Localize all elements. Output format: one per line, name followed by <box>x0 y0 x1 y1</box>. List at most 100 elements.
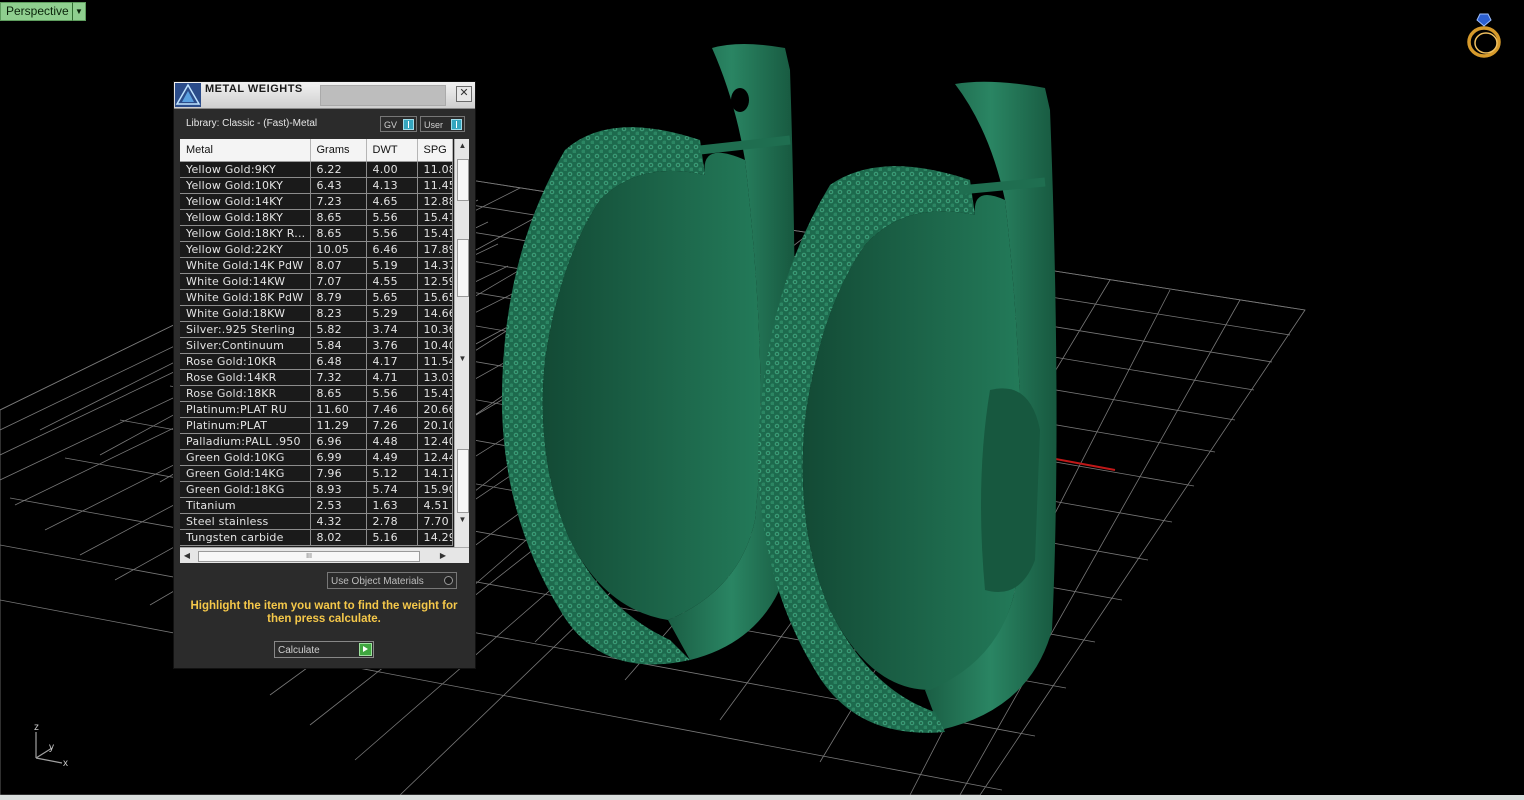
scroll-thumb[interactable] <box>457 239 469 297</box>
table-row[interactable]: Steel stainless 4.32 2.78 7.70 <box>180 513 453 530</box>
dwt-cell: 5.29 <box>366 305 418 322</box>
column-header-grams[interactable]: Grams <box>310 139 367 162</box>
table-row[interactable]: Yellow Gold:18KY8.655.5615.41 <box>180 209 453 226</box>
calculate-label: Calculate <box>278 645 320 656</box>
axis-x-label: x <box>63 758 68 769</box>
metal-name: Platinum:PLAT RU <box>180 401 311 418</box>
table-row[interactable]: Green Gold:18KG8.935.7415.90 <box>180 481 453 498</box>
close-button[interactable]: ✕ <box>456 86 472 102</box>
table-row[interactable]: Platinum:PLAT RU11.607.4620.66 <box>180 401 453 418</box>
gv-toggle[interactable]: GV <box>380 116 417 132</box>
column-header-metal[interactable]: Metal <box>180 139 311 162</box>
spg-cell: 12.59 <box>417 273 453 290</box>
grams-cell: 5.82 <box>310 321 367 338</box>
metal-name: Yellow Gold:14KY <box>180 193 311 210</box>
table-row[interactable]: White Gold:14KW7.074.5512.59 <box>180 273 453 290</box>
vertical-scrollbar[interactable]: ▲ ▼ ▼ <box>454 139 469 547</box>
table-row[interactable]: Green Gold:14KG7.965.1214.17 <box>180 465 453 482</box>
scroll-thumb[interactable]: III <box>198 551 420 562</box>
spg-cell: 11.45 <box>417 177 453 194</box>
viewport-menu-dropdown[interactable]: ▼ <box>72 2 86 21</box>
metal-name: Steel stainless <box>180 513 311 530</box>
toggle-switch-icon <box>403 119 414 130</box>
column-header-dwt[interactable]: DWT <box>366 139 418 162</box>
table-row[interactable]: White Gold:14K PdW8.075.1914.37 <box>180 257 453 274</box>
table-row[interactable]: White Gold:18K PdW8.795.6515.65 <box>180 289 453 306</box>
table-row[interactable]: Rose Gold:14KR7.324.7113.03 <box>180 369 453 386</box>
scroll-right-icon[interactable]: ▶ <box>436 548 450 563</box>
calculate-button[interactable]: Calculate <box>274 641 374 658</box>
metal-name: Palladium:PALL .950 <box>180 433 311 450</box>
table-row[interactable]: Titanium 2.53 1.63 4.51 <box>180 497 453 514</box>
table-row[interactable]: White Gold:18KW8.235.2914.66 <box>180 305 453 322</box>
grams-cell: 7.23 <box>310 193 367 210</box>
grams-cell: 2.53 <box>310 497 367 514</box>
dwt-cell: 5.12 <box>366 465 418 482</box>
use-object-materials-option[interactable]: Use Object Materials <box>327 572 457 589</box>
spg-cell: 4.51 <box>417 497 453 514</box>
dwt-cell: 4.48 <box>366 433 418 450</box>
dwt-cell: 5.56 <box>366 225 418 242</box>
gv-toggle-label: GV <box>384 120 398 130</box>
scroll-thumb[interactable] <box>457 449 469 513</box>
table-row[interactable]: Yellow Gold:18KY R...8.655.5615.41 <box>180 225 453 242</box>
table-row[interactable]: Silver:Continuum5.843.7610.40 <box>180 337 453 354</box>
metal-name: Green Gold:10KG <box>180 449 311 466</box>
spg-cell: 12.88 <box>417 193 453 210</box>
panel-title-bar[interactable]: METAL WEIGHTS ✕ <box>174 82 475 109</box>
spg-cell: 7.70 <box>417 513 453 530</box>
metal-name: White Gold:14KW <box>180 273 311 290</box>
3d-viewport[interactable]: Perspective ▼ z y x METAL WEIGHTS ✕ Libr… <box>0 0 1524 795</box>
metal-weights-panel: METAL WEIGHTS ✕ Library: Classic - (Fast… <box>173 81 476 669</box>
grams-cell: 8.79 <box>310 289 367 306</box>
scroll-thumb[interactable] <box>457 159 469 201</box>
metal-name: Rose Gold:18KR <box>180 385 311 402</box>
radio-icon[interactable] <box>444 576 453 585</box>
metal-name: Titanium <box>180 497 311 514</box>
scroll-left-icon[interactable]: ◀ <box>180 548 194 563</box>
table-row[interactable]: Silver:.925 Sterling5.823.7410.36 <box>180 321 453 338</box>
metal-name: Yellow Gold:18KY R... <box>180 225 311 242</box>
grams-cell: 4.32 <box>310 513 367 530</box>
instruction-text: Highlight the item you want to find the … <box>190 600 458 625</box>
scroll-up-icon[interactable]: ▲ <box>455 139 469 153</box>
horizontal-scrollbar[interactable]: ◀ III ▶ <box>180 547 469 563</box>
metal-name: Rose Gold:10KR <box>180 353 311 370</box>
table-row[interactable]: Yellow Gold:9KY6.224.0011.08 <box>180 161 453 178</box>
dwt-cell: 4.00 <box>366 161 418 178</box>
table-row[interactable]: Rose Gold:18KR8.655.5615.41 <box>180 385 453 402</box>
dwt-cell: 4.17 <box>366 353 418 370</box>
toggle-switch-icon <box>451 119 462 130</box>
table-row[interactable]: Palladium:PALL .9506.964.4812.40 <box>180 433 453 450</box>
column-header-spg[interactable]: SPG <box>417 139 453 162</box>
metal-name: Yellow Gold:22KY <box>180 241 311 258</box>
dwt-cell: 4.49 <box>366 449 418 466</box>
scroll-down-icon[interactable]: ▼ <box>455 352 469 366</box>
spg-cell: 15.41 <box>417 225 453 242</box>
dwt-cell: 6.46 <box>366 241 418 258</box>
metal-name: Yellow Gold:9KY <box>180 161 311 178</box>
grams-cell: 8.23 <box>310 305 367 322</box>
user-toggle[interactable]: User <box>420 116 465 132</box>
metal-name: Platinum:PLAT <box>180 417 311 434</box>
library-label: Library: Classic - (Fast)-Metal <box>186 118 318 129</box>
grams-cell: 6.48 <box>310 353 367 370</box>
table-row[interactable]: Tungsten carbide8.025.1614.29 <box>180 529 453 546</box>
play-icon <box>359 643 372 656</box>
grams-cell: 6.99 <box>310 449 367 466</box>
metal-name: White Gold:18K PdW <box>180 289 311 306</box>
metal-name: Silver:.925 Sterling <box>180 321 311 338</box>
spg-cell: 14.17 <box>417 465 453 482</box>
table-row[interactable]: Green Gold:10KG6.994.4912.44 <box>180 449 453 466</box>
viewport-label[interactable]: Perspective <box>0 2 74 21</box>
dwt-cell: 5.56 <box>366 385 418 402</box>
table-row[interactable]: Platinum:PLAT11.297.2620.10 <box>180 417 453 434</box>
grams-cell: 7.07 <box>310 273 367 290</box>
grams-cell: 11.29 <box>310 417 367 434</box>
scroll-down-icon[interactable]: ▼ <box>455 513 469 527</box>
table-row[interactable]: Yellow Gold:14KY7.234.6512.88 <box>180 193 453 210</box>
table-row[interactable]: Yellow Gold:22KY10.056.4617.89 <box>180 241 453 258</box>
table-row[interactable]: Yellow Gold:10KY6.434.1311.45 <box>180 177 453 194</box>
metal-name: White Gold:14K PdW <box>180 257 311 274</box>
table-row[interactable]: Rose Gold:10KR6.484.1711.54 <box>180 353 453 370</box>
